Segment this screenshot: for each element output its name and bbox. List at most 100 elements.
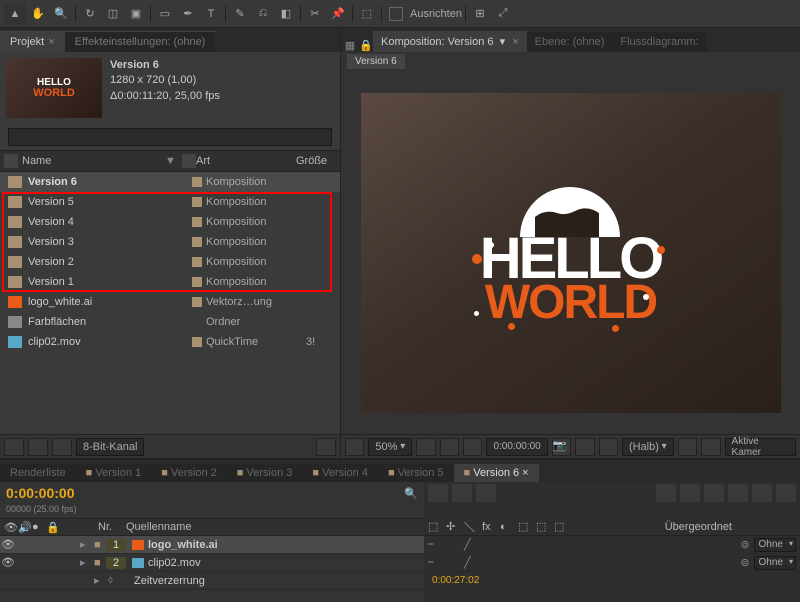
shape-tool[interactable]: ▭ (154, 3, 176, 25)
channel-icon[interactable] (575, 438, 594, 456)
label-swatch[interactable] (192, 237, 202, 247)
label-swatch[interactable] (192, 197, 202, 207)
project-item[interactable]: Farbflächen Ordner (0, 312, 340, 332)
comp-flowchart-icon[interactable] (656, 484, 676, 502)
transparency-icon[interactable] (678, 438, 697, 456)
shy-toggle-icon[interactable]: ⬚ (428, 520, 442, 533)
brush-tool[interactable]: ✎ (229, 3, 251, 25)
time-remap-row[interactable]: ▸ ⬨ Zeitverzerrung (0, 572, 424, 590)
label-swatch[interactable] (192, 317, 202, 327)
local-axis-icon[interactable]: ⬚ (356, 3, 378, 25)
current-timecode[interactable]: 0:00:00:00 (6, 485, 75, 501)
pen-tool[interactable]: ✒ (177, 3, 199, 25)
hand-tool[interactable]: ✋ (27, 3, 49, 25)
grid-icon[interactable] (416, 438, 435, 456)
timeline-tab[interactable]: ■ Version 2 (151, 464, 227, 482)
audio-column-icon[interactable]: 🔊 (18, 521, 30, 533)
pan-behind-tool[interactable]: ▣ (125, 3, 147, 25)
breadcrumb-item[interactable]: Version 6 (347, 54, 405, 69)
label-swatch[interactable] (192, 257, 202, 267)
label-swatch[interactable] (192, 297, 202, 307)
eye-column-icon[interactable]: 👁 (4, 521, 16, 533)
motion-blur-toggle-icon[interactable] (704, 484, 724, 502)
roto-tool[interactable]: ✂ (304, 3, 326, 25)
visibility-toggle[interactable]: 👁 (0, 538, 16, 551)
resolution-field[interactable]: (Halb) ▾ (622, 438, 674, 456)
timeline-tab[interactable]: ■ Version 1 (76, 464, 152, 482)
close-icon[interactable]: × (512, 36, 518, 48)
tab-ebene[interactable]: Ebene: (ohne) (527, 32, 613, 52)
label-swatch[interactable] (192, 177, 202, 187)
search-icon[interactable]: 🔍 (404, 487, 418, 500)
graph-icon[interactable] (476, 484, 496, 502)
zoom-field[interactable]: 50% ▾ (368, 438, 412, 456)
proxy-icon[interactable]: ⊞ (469, 3, 491, 25)
project-item[interactable]: clip02.mov QuickTime 3! (0, 332, 340, 352)
timeline-layer[interactable]: 👁 ▸ ■ 1 logo_white.ai (0, 536, 424, 554)
project-item[interactable]: Version 1 Komposition (0, 272, 340, 292)
snap-checkbox[interactable] (389, 7, 403, 21)
3d-view-icon[interactable] (701, 438, 720, 456)
col-art[interactable]: Art (196, 155, 296, 167)
project-item[interactable]: Version 5 Komposition (0, 192, 340, 212)
camera-tool[interactable]: ◫ (102, 3, 124, 25)
col-name[interactable]: Name (22, 155, 51, 167)
timeline-tab[interactable]: ■ Version 4 (302, 464, 378, 482)
composition-viewer[interactable]: HELLO WORLD (341, 72, 800, 434)
tab-projekt[interactable]: Projekt× (0, 31, 65, 52)
brainstorm-icon[interactable] (728, 484, 748, 502)
project-item[interactable]: Version 3 Komposition (0, 232, 340, 252)
auto-keyframe-icon[interactable] (752, 484, 772, 502)
project-item[interactable]: Version 4 Komposition (0, 212, 340, 232)
tab-effekt[interactable]: Effekteinstellungen: (ohne) (65, 31, 216, 52)
parent-dropdown[interactable]: Ohne (754, 538, 796, 552)
tab-komposition[interactable]: Komposition: Version 6 ▾ × (373, 31, 527, 52)
clone-tool[interactable]: ⎌ (252, 3, 274, 25)
rotate-tool[interactable]: ↻ (79, 3, 101, 25)
timeline-layer[interactable]: 👁 ▸ ■ 2 clip02.mov (0, 554, 424, 572)
timeline-tab[interactable]: ■ Version 6 × (454, 464, 539, 482)
label-swatch[interactable] (192, 277, 202, 287)
project-item[interactable]: logo_white.ai Vektorz…ung (0, 292, 340, 312)
color-mgmt-icon[interactable] (599, 438, 618, 456)
visibility-toggle[interactable]: 👁 (0, 556, 16, 569)
new-comp-icon[interactable] (52, 438, 72, 456)
col-size[interactable]: Größe (296, 155, 336, 167)
timecode-field[interactable]: 0:00:00:00 (486, 438, 547, 456)
mask-icon[interactable] (463, 438, 482, 456)
new-folder-icon[interactable] (28, 438, 48, 456)
tab-flussdiagramm[interactable]: Flussdiagramm: (612, 32, 706, 52)
camera-field[interactable]: Aktive Kamer (725, 438, 797, 456)
motion-blur-icon[interactable]: ◐ (500, 521, 514, 533)
close-icon[interactable]: × (48, 36, 54, 48)
lock-column-icon[interactable]: 🔒 (46, 521, 58, 533)
region-icon[interactable] (345, 438, 364, 456)
solo-column-icon[interactable]: ● (32, 521, 44, 533)
guides-icon[interactable] (440, 438, 459, 456)
project-item[interactable]: Version 2 Komposition (0, 252, 340, 272)
puppet-tool[interactable]: 📌 (327, 3, 349, 25)
timeline-tab[interactable]: ■ Version 3 (227, 464, 303, 482)
modes-icon[interactable] (452, 484, 472, 502)
selection-tool[interactable]: ▲ (4, 3, 26, 25)
label-swatch[interactable] (192, 337, 202, 347)
project-search-input[interactable] (8, 128, 332, 146)
bit-depth-field[interactable]: 8-Bit-Kanal (76, 438, 144, 456)
zoom-tool[interactable]: 🔍 (50, 3, 72, 25)
switches-icon[interactable] (428, 484, 448, 502)
text-tool[interactable]: T (200, 3, 222, 25)
expand-icon[interactable]: ⤢ (492, 3, 514, 25)
eraser-tool[interactable]: ◧ (275, 3, 297, 25)
label-column-icon[interactable] (4, 154, 18, 168)
lock-icon[interactable]: 🔒 (359, 39, 373, 52)
close-icon[interactable]: × (522, 467, 528, 479)
panel-menu-icon[interactable]: ▦ (341, 39, 359, 52)
sub-timecode[interactable]: 0:00:27:02 (428, 575, 479, 586)
shy-icon[interactable] (776, 484, 796, 502)
snapshot-icon[interactable]: 📷 (552, 438, 571, 456)
timeline-tab[interactable]: Renderliste (0, 464, 76, 482)
timeline-tab[interactable]: ■ Version 5 (378, 464, 454, 482)
project-item[interactable]: Version 6 Komposition (0, 172, 340, 192)
parent-dropdown[interactable]: Ohne (754, 556, 796, 570)
trash-icon[interactable] (316, 438, 336, 456)
